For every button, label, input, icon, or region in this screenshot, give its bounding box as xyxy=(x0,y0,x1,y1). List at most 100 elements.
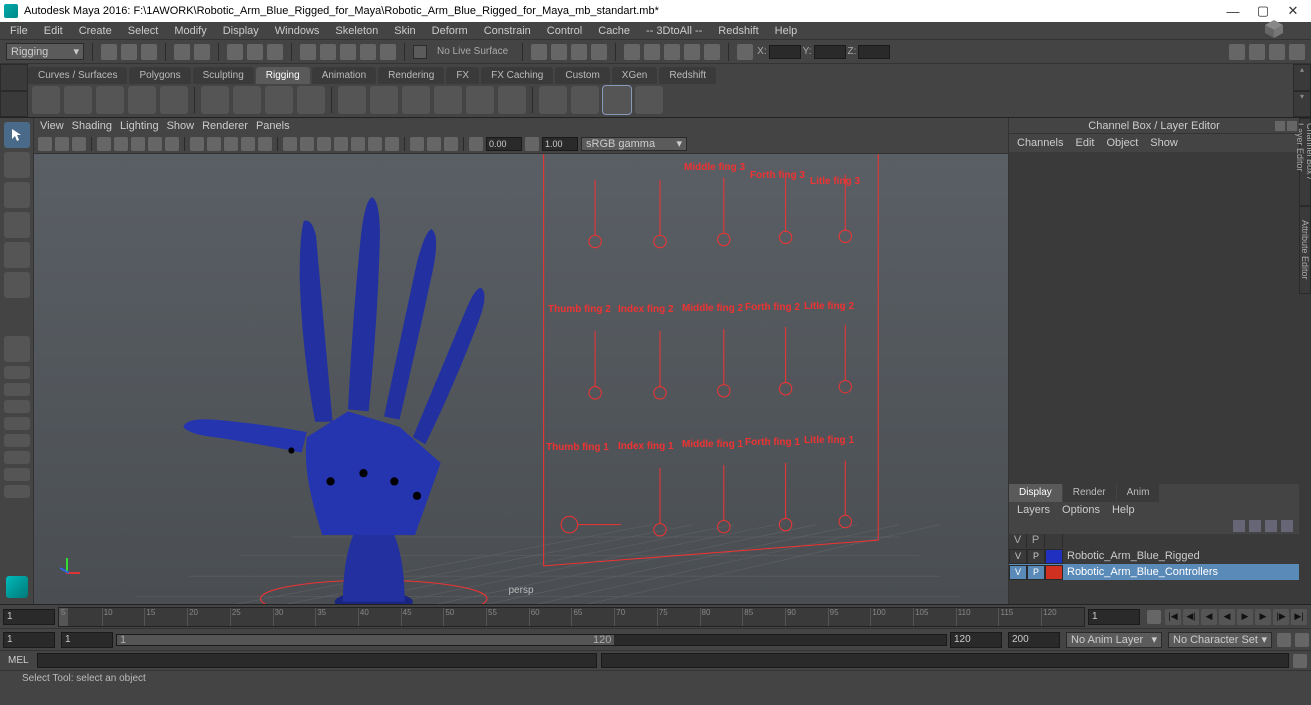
shelf-tab-redshift[interactable]: Redshift xyxy=(659,67,716,84)
time-current-field[interactable]: 1 xyxy=(1088,609,1140,625)
new-scene-icon[interactable] xyxy=(101,44,117,60)
vp-menu-shading[interactable]: Shading xyxy=(72,120,112,132)
shelf-toggle-a[interactable] xyxy=(0,64,28,91)
layer-tab-display[interactable]: Display xyxy=(1009,484,1062,502)
shelf-scroll-up[interactable]: ▴ xyxy=(1293,64,1311,91)
vp-menu-renderer[interactable]: Renderer xyxy=(202,120,248,132)
menu-constrain[interactable]: Constrain xyxy=(478,24,537,38)
select-by-hierarchy-icon[interactable] xyxy=(227,44,243,60)
shelf-tab-rigging[interactable]: Rigging xyxy=(256,67,310,84)
step-back-key-button[interactable]: ◀| xyxy=(1183,609,1199,625)
range-bar[interactable]: 1120 xyxy=(116,634,947,646)
undo-icon[interactable] xyxy=(174,44,190,60)
vp-safe-title-icon[interactable] xyxy=(258,137,272,151)
snap-plane-icon[interactable] xyxy=(360,44,376,60)
minimize-button[interactable]: — xyxy=(1225,3,1241,19)
cmd-input[interactable] xyxy=(37,653,597,668)
shelf-wrap-icon[interactable] xyxy=(265,86,293,114)
vp-safe-action-icon[interactable] xyxy=(241,137,255,151)
layer-menu-layers[interactable]: Layers xyxy=(1017,504,1050,516)
shelf-toggle-b[interactable] xyxy=(0,91,28,118)
save-scene-icon[interactable] xyxy=(141,44,157,60)
shelf-bind-skin-icon[interactable] xyxy=(338,86,366,114)
maximize-button[interactable]: ▢ xyxy=(1255,3,1271,19)
viewport-canvas[interactable]: Middle fing 3 Forth fing 3 Litle fing 3 … xyxy=(34,154,1008,604)
panel-layout-icon[interactable] xyxy=(737,44,753,60)
channel-box-icon[interactable] xyxy=(1289,44,1305,60)
vp-motion-blur-icon[interactable] xyxy=(385,137,399,151)
vp-field-chart-icon[interactable] xyxy=(224,137,238,151)
go-end-button[interactable]: ▶| xyxy=(1291,609,1307,625)
shelf-insert-joint-icon[interactable] xyxy=(64,86,92,114)
menu-select[interactable]: Select xyxy=(122,24,165,38)
vp-colorspace-dropdown[interactable]: sRGB gamma▾ xyxy=(581,137,687,151)
shelf-tab-fxcaching[interactable]: FX Caching xyxy=(481,67,553,84)
cb-menu-channels[interactable]: Channels xyxy=(1017,137,1063,149)
vp-use-lights-icon[interactable] xyxy=(334,137,348,151)
layout-hyper-icon[interactable] xyxy=(4,468,30,481)
vp-gamma-field[interactable]: 1.00 xyxy=(542,137,578,151)
lasso-tool[interactable] xyxy=(4,152,30,178)
layout-outliner-icon[interactable] xyxy=(4,434,30,447)
cb-menu-object[interactable]: Object xyxy=(1106,137,1138,149)
vp-ao-icon[interactable] xyxy=(368,137,382,151)
snap-point-icon[interactable] xyxy=(340,44,356,60)
play-fwd-button[interactable]: ▶ xyxy=(1237,609,1253,625)
anim-layer-dropdown[interactable]: No Anim Layer▾ xyxy=(1066,632,1162,648)
layer-row-rigged[interactable]: V P Robotic_Arm_Blue_Rigged xyxy=(1009,548,1299,564)
step-fwd-button[interactable]: ▶ xyxy=(1255,609,1271,625)
menu-modify[interactable]: Modify xyxy=(168,24,212,38)
vp-menu-show[interactable]: Show xyxy=(167,120,195,132)
layer-tab-anim[interactable]: Anim xyxy=(1117,484,1160,502)
menu-help[interactable]: Help xyxy=(769,24,804,38)
step-fwd-key-button[interactable]: |▶ xyxy=(1273,609,1289,625)
render-view-icon[interactable] xyxy=(684,44,700,60)
shelf-prune-weights-icon[interactable] xyxy=(498,86,526,114)
play-back-button[interactable]: ◀ xyxy=(1219,609,1235,625)
vp-menu-panels[interactable]: Panels xyxy=(256,120,290,132)
menu-cache[interactable]: Cache xyxy=(592,24,636,38)
time-track[interactable]: 5101520253035404550556065707580859095100… xyxy=(58,607,1085,627)
vp-film-gate-icon[interactable] xyxy=(165,137,179,151)
menu-create[interactable]: Create xyxy=(73,24,118,38)
paint-select-tool[interactable] xyxy=(4,182,30,208)
cb-menu-show[interactable]: Show xyxy=(1150,137,1178,149)
shelf-lattice-icon[interactable] xyxy=(233,86,261,114)
vp-exposure-field[interactable]: 0.00 xyxy=(486,137,522,151)
go-start-button[interactable]: |◀ xyxy=(1165,609,1181,625)
shelf-copy-weights-icon[interactable] xyxy=(466,86,494,114)
vp-exposure-icon[interactable] xyxy=(469,137,483,151)
menu-redshift[interactable]: Redshift xyxy=(712,24,764,38)
script-editor-icon[interactable] xyxy=(1293,654,1307,668)
layer-tab-render[interactable]: Render xyxy=(1063,484,1116,502)
side-tab-attribute-editor[interactable]: Attribute Editor xyxy=(1299,206,1311,294)
menu-edit[interactable]: Edit xyxy=(38,24,69,38)
layout-single-icon[interactable] xyxy=(4,366,30,379)
vp-gate-mask-icon[interactable] xyxy=(207,137,221,151)
time-start-field[interactable]: 1 xyxy=(3,609,55,625)
shelf-tab-fx[interactable]: FX xyxy=(446,67,479,84)
menu-deform[interactable]: Deform xyxy=(426,24,474,38)
shelf-detach-skin-icon[interactable] xyxy=(370,86,398,114)
cmd-lang-label[interactable]: MEL xyxy=(0,655,37,666)
select-by-component-icon[interactable] xyxy=(267,44,283,60)
vp-shadows-icon[interactable] xyxy=(351,137,365,151)
layer-new-selected-icon[interactable] xyxy=(1281,520,1293,532)
ipr-render-icon[interactable] xyxy=(644,44,660,60)
hypershade-icon[interactable] xyxy=(704,44,720,60)
vp-menu-lighting[interactable]: Lighting xyxy=(120,120,159,132)
shelf-paint-weights-icon[interactable] xyxy=(402,86,430,114)
select-tool[interactable] xyxy=(4,122,30,148)
menu-3dtoall[interactable]: -- 3DtoAll -- xyxy=(640,24,708,38)
xray-icon[interactable] xyxy=(571,44,587,60)
character-set-dropdown[interactable]: No Character Set▾ xyxy=(1168,632,1272,648)
layer-menu-options[interactable]: Options xyxy=(1062,504,1100,516)
shelf-tab-curves[interactable]: Curves / Surfaces xyxy=(28,67,127,84)
shelf-constraint-point-icon[interactable] xyxy=(571,86,599,114)
vp-xray-icon[interactable] xyxy=(427,137,441,151)
vp-grease-pencil-icon[interactable] xyxy=(131,137,145,151)
dock-icon[interactable] xyxy=(1275,121,1285,131)
last-tool[interactable] xyxy=(4,336,30,362)
shelf-constraint-orient-icon[interactable] xyxy=(603,86,631,114)
shelf-tab-rendering[interactable]: Rendering xyxy=(378,67,444,84)
